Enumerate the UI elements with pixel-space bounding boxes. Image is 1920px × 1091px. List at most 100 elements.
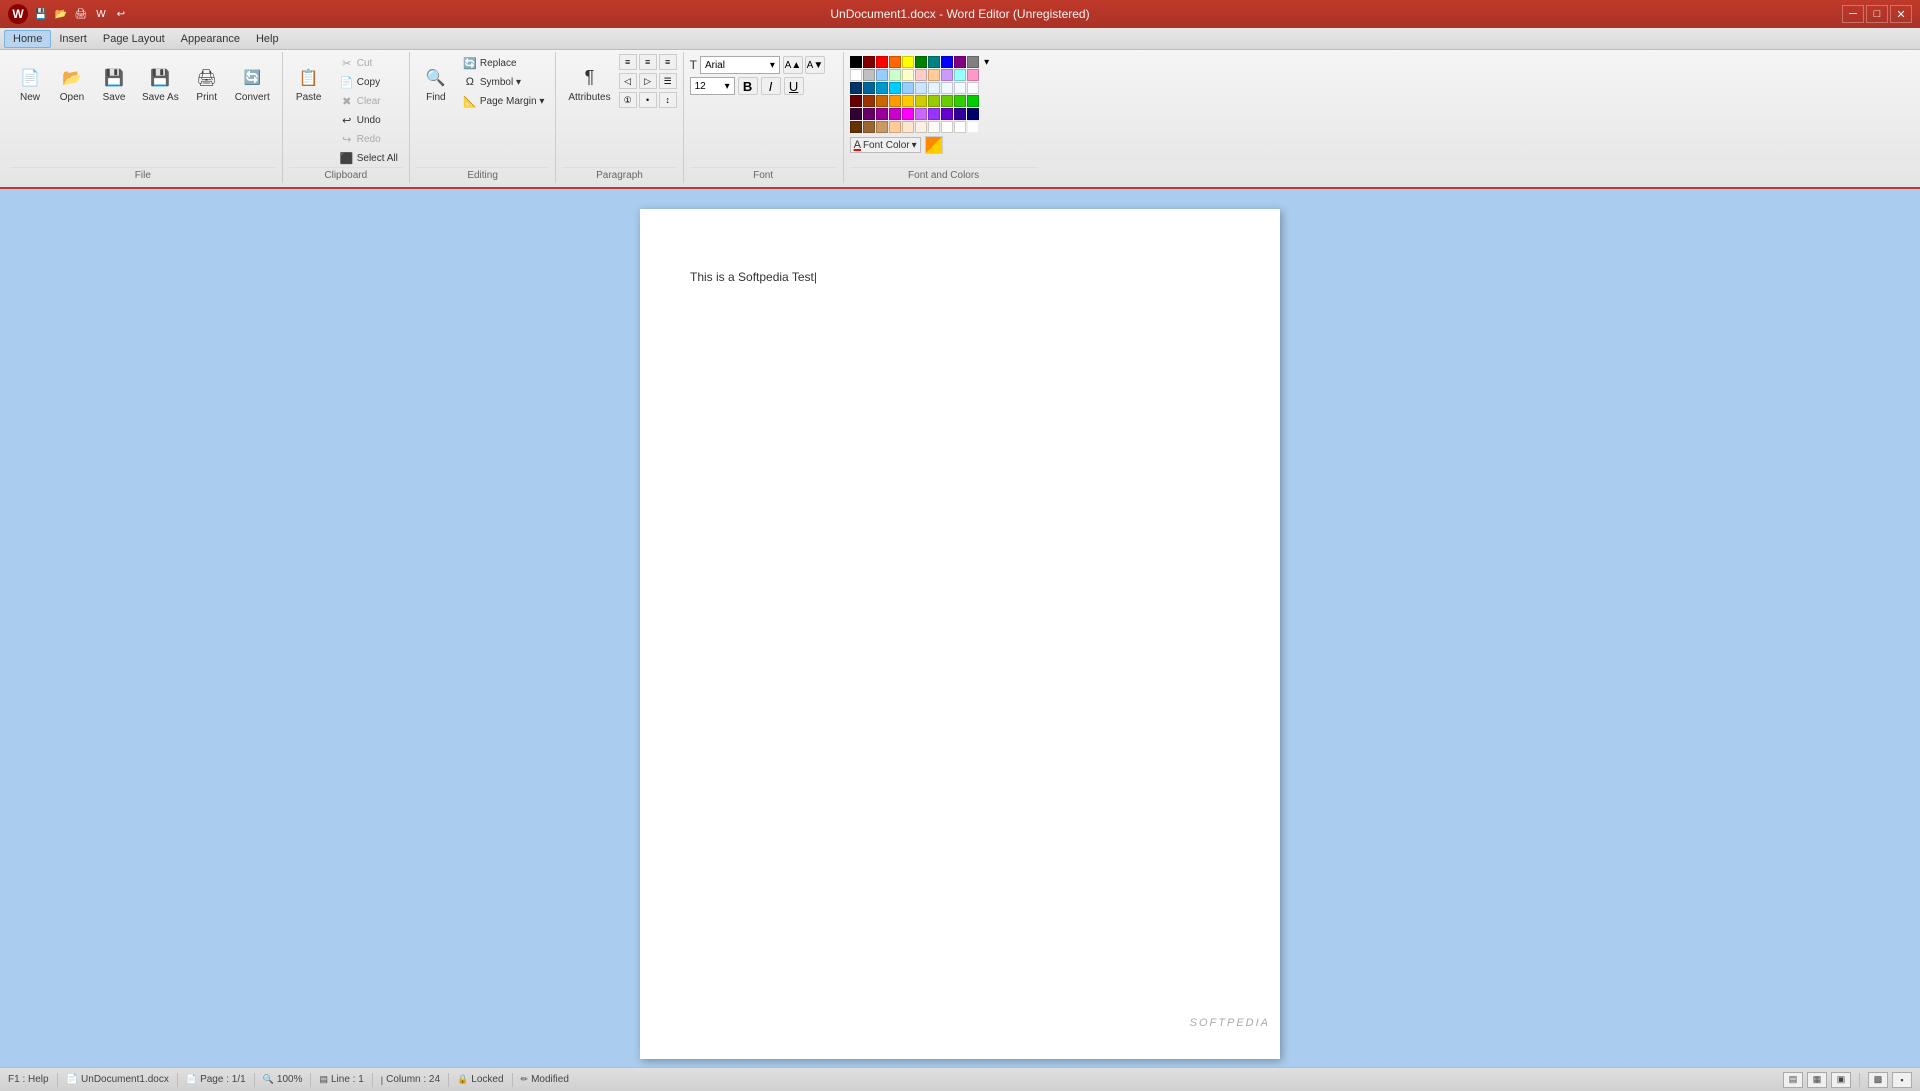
view-normal-button[interactable]: ▤ [1783, 1072, 1803, 1088]
more-colors-btn[interactable]: ▾ [980, 56, 994, 68]
find-button[interactable]: 🔍 Find [416, 54, 456, 114]
swatch-nearwhite[interactable] [954, 121, 966, 133]
swatch-cornflowerblue[interactable] [876, 82, 888, 94]
swatch-aliceblue[interactable] [915, 82, 927, 94]
swatch-bisque[interactable] [902, 121, 914, 133]
convert-button[interactable]: 🔄 Convert [229, 54, 276, 114]
clear-button[interactable]: ✖ Clear [335, 92, 403, 110]
unordered-list-button[interactable]: • [639, 92, 657, 108]
swatch-maroon[interactable] [850, 95, 862, 107]
swatch-peach[interactable] [928, 69, 940, 81]
swatch-saddlebrown[interactable] [850, 121, 862, 133]
qa-open[interactable]: 📂 [52, 5, 70, 23]
swatch-lime[interactable] [954, 95, 966, 107]
swatch-azure[interactable] [941, 82, 953, 94]
menu-insert[interactable]: Insert [51, 31, 95, 47]
swatch-brown[interactable] [863, 95, 875, 107]
select-all-button[interactable]: ⬛ Select All [335, 149, 403, 167]
swatch-purewhite[interactable] [967, 121, 979, 133]
new-button[interactable]: 📄 New [10, 54, 50, 114]
replace-button[interactable]: 🔄 Replace [458, 54, 550, 72]
indent-increase-button[interactable]: ▷ [639, 73, 657, 89]
swatch-peru[interactable] [863, 121, 875, 133]
swatch-aqua[interactable] [954, 69, 966, 81]
save-button[interactable]: 💾 Save [94, 54, 134, 114]
maximize-button[interactable]: □ [1866, 5, 1888, 23]
menu-home[interactable]: Home [4, 30, 51, 48]
swatch-amber[interactable] [889, 95, 901, 107]
minimize-button[interactable]: ─ [1842, 5, 1864, 23]
attributes-button[interactable]: ¶ Attributes [562, 54, 616, 114]
swatch-royalblue[interactable] [863, 82, 875, 94]
swatch-blue[interactable] [941, 56, 953, 68]
swatch-darkred[interactable] [863, 56, 875, 68]
swatch-mintcream[interactable] [954, 82, 966, 94]
swatch-navy[interactable] [850, 82, 862, 94]
symbol-button[interactable]: Ω Symbol ▾ [458, 73, 550, 91]
swatch-fuchsia[interactable] [889, 108, 901, 120]
view-extra1[interactable]: ▩ [1868, 1072, 1888, 1088]
font-size-down-button[interactable]: A▼ [805, 56, 825, 74]
menu-help[interactable]: Help [248, 31, 287, 47]
swatch-green[interactable] [915, 56, 927, 68]
align-left-button[interactable]: ≡ [619, 54, 637, 70]
copy-button[interactable]: 📄 Copy [335, 73, 403, 91]
swatch-darkindigo[interactable] [954, 108, 966, 120]
swatch-violet[interactable] [915, 108, 927, 120]
menu-page-layout[interactable]: Page Layout [95, 31, 173, 47]
swatch-gold[interactable] [902, 95, 914, 107]
menu-appearance[interactable]: Appearance [173, 31, 248, 47]
font-name-dropdown[interactable]: Arial ▾ [700, 56, 780, 74]
undo-button[interactable]: ↩ Undo [335, 111, 403, 129]
font-size-dropdown[interactable]: 12 ▾ [690, 77, 735, 95]
swatch-chartreuse[interactable] [941, 95, 953, 107]
swatch-indigo[interactable] [941, 108, 953, 120]
swatch-magenta[interactable] [876, 108, 888, 120]
swatch-silver[interactable] [863, 69, 875, 81]
qa-w[interactable]: W [92, 5, 110, 23]
view-layout-button[interactable]: ▦ [1807, 1072, 1827, 1088]
indent-decrease-button[interactable]: ◁ [619, 73, 637, 89]
swatch-purple[interactable] [954, 56, 966, 68]
swatch-yellow[interactable] [902, 56, 914, 68]
swatch-paleblue[interactable] [902, 82, 914, 94]
swatch-snow[interactable] [967, 82, 979, 94]
swatch-lightgreen[interactable] [889, 69, 901, 81]
paste-button[interactable]: 📋 Paste [289, 54, 329, 114]
swatch-gray[interactable] [967, 56, 979, 68]
swatch-bluviolet[interactable] [928, 108, 940, 120]
qa-undo[interactable]: ↩ [112, 5, 130, 23]
swatch-darkblue2[interactable] [967, 108, 979, 120]
swatch-plum[interactable] [863, 108, 875, 120]
underline-button[interactable]: U [784, 77, 804, 95]
redo-button[interactable]: ↪ Redo [335, 130, 403, 148]
view-preview-button[interactable]: ▣ [1831, 1072, 1851, 1088]
italic-button[interactable]: I [761, 77, 781, 95]
swatch-ivory[interactable] [941, 121, 953, 133]
swatch-tan[interactable] [876, 121, 888, 133]
swatch-orange[interactable] [889, 56, 901, 68]
swatch-darkviolet[interactable] [850, 108, 862, 120]
swatch-lightyellow[interactable] [902, 69, 914, 81]
swatch-lightblue[interactable] [876, 69, 888, 81]
swatch-red[interactable] [876, 56, 888, 68]
font-size-up-button[interactable]: A▲ [783, 56, 803, 74]
swatch-moccasin[interactable] [889, 121, 901, 133]
swatch-lavender[interactable] [941, 69, 953, 81]
list-button[interactable]: ☰ [659, 73, 677, 89]
align-center-button[interactable]: ≡ [639, 54, 657, 70]
qa-print[interactable]: 🖨 [72, 5, 90, 23]
swatch-skyblue[interactable] [889, 82, 901, 94]
align-right-button[interactable]: ≡ [659, 54, 677, 70]
highlight-color-button[interactable] [925, 136, 943, 154]
font-color-button[interactable]: A Font Color ▾ [850, 137, 921, 153]
swatch-black[interactable] [850, 56, 862, 68]
bold-button[interactable]: B [738, 77, 758, 95]
ordered-list-button[interactable]: ① [619, 92, 637, 108]
swatch-rose[interactable] [967, 69, 979, 81]
cut-button[interactable]: ✂ Cut [335, 54, 403, 72]
document-content[interactable]: This is a Softpedia Test| [690, 269, 1230, 286]
swatch-oldlace[interactable] [915, 121, 927, 133]
line-spacing-button[interactable]: ↕ [659, 92, 677, 108]
swatch-hotpink[interactable] [902, 108, 914, 120]
